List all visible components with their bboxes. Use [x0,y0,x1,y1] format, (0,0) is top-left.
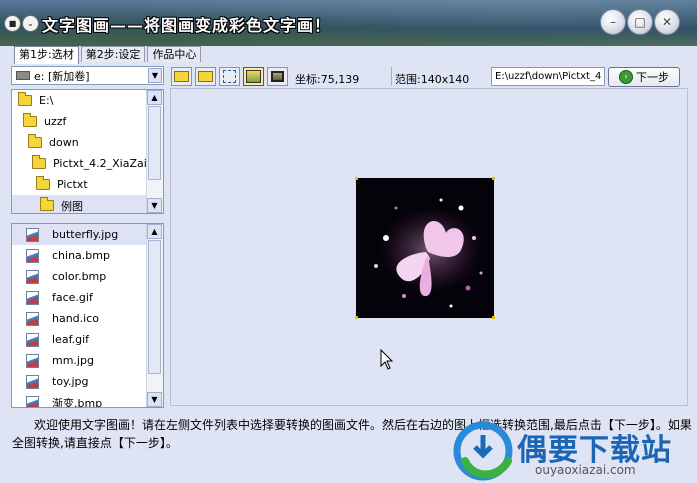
open-folder-icon [36,176,50,190]
minimize-button[interactable]: – [600,9,626,35]
drive-label: e: [新加卷] [34,69,90,83]
preview-image[interactable] [356,178,494,318]
drive-select[interactable]: e: [新加卷] ▼ [11,66,164,85]
file-label: china.bmp [52,249,110,262]
folder-item[interactable]: Pictxt [36,174,88,195]
arrow-right-icon: › [619,70,633,84]
tab-gallery[interactable]: 作品中心 [147,46,202,62]
image-file-icon [26,248,39,263]
image-file-icon [26,395,39,407]
file-label: mm.jpg [52,354,94,367]
view-picture-button[interactable] [243,67,264,86]
mouse-pointer-icon [380,349,394,370]
selection-handle[interactable] [492,316,495,319]
maximize-button[interactable]: □ [627,9,653,35]
tab-step2-settings[interactable]: 第2步:设定 [80,46,146,62]
file-label: butterfly.jpg [52,228,119,241]
window-title: 文字图画——将图画变成彩色文字画！ [42,16,332,35]
coordinate-readout: 坐标:75,139 [295,73,360,86]
file-item[interactable]: face.gif [12,287,93,308]
open-folder-icon [32,155,46,169]
open-folder-icon [174,71,189,82]
folder-tree: E:\ uzzf down Pictxt_4.2_XiaZaiBa Pictxt… [11,89,164,214]
file-item[interactable]: toy.jpg [12,371,89,392]
chevron-down-icon[interactable]: ▼ [148,68,162,83]
file-item-selected[interactable]: butterfly.jpg [12,224,148,245]
file-label: color.bmp [52,270,107,283]
image-file-icon [26,227,39,242]
next-step-button[interactable]: › 下一步 [608,67,680,87]
folder-label: Pictxt_4.2_XiaZaiBa [53,157,162,170]
open-folder-icon [40,197,54,211]
toolbar-divider [391,67,392,86]
file-item[interactable]: hand.ico [12,308,99,329]
folder-label: Pictxt [57,178,88,191]
step-tabs: 第1步:选材 第2步:设定 作品中心 [14,46,203,64]
picture-frame-icon [271,71,284,82]
open-folder-icon [23,113,37,127]
close-button[interactable]: ✕ [654,9,680,35]
folder-scrollbar[interactable]: ▲ ▼ [146,90,163,213]
fit-view-button[interactable] [219,67,240,86]
file-browser-panel: e: [新加卷] ▼ E:\ uzzf down Pictxt_4.2_XiaZ… [11,63,167,408]
selection-handle[interactable] [355,177,358,180]
file-label: face.gif [52,291,93,304]
folder-up-icon [198,71,213,82]
system-menu-icon[interactable]: ■ [4,15,21,32]
tab-step1-select[interactable]: 第1步:选材 [14,46,79,64]
file-item[interactable]: china.bmp [12,245,110,266]
folder-item[interactable]: down [28,132,79,153]
file-label: hand.ico [52,312,99,325]
selection-handle[interactable] [492,177,495,180]
image-file-icon [26,374,39,389]
folder-label: uzzf [44,115,67,128]
file-item[interactable]: 渐变.bmp [12,392,103,408]
folder-item[interactable]: E:\ [18,90,53,111]
watermark: 偶要下载站 ouyaoxiazai.com [453,419,697,483]
scroll-down-icon[interactable]: ▼ [147,392,162,407]
image-file-icon [26,332,39,347]
fit-view-icon [223,70,236,83]
range-readout: 范围:140x140 [395,73,470,86]
scroll-down-icon[interactable]: ▼ [147,198,162,213]
download-logo-icon [453,421,513,481]
picture-frame-button[interactable] [267,67,288,86]
open-folder-icon [18,92,32,106]
folder-label: down [49,136,79,149]
folder-item[interactable]: Pictxt_4.2_XiaZaiBa [32,153,161,174]
file-item[interactable]: leaf.gif [12,329,89,350]
open-folder-icon [28,134,42,148]
image-file-icon [26,269,39,284]
scroll-thumb[interactable] [148,106,161,180]
scroll-thumb[interactable] [148,240,161,374]
open-folder-button[interactable] [171,67,192,86]
file-label: leaf.gif [52,333,90,346]
file-label: 渐变.bmp [52,396,103,408]
folder-label: 例图 [61,199,83,213]
file-list: butterfly.jpg china.bmp color.bmp face.g… [11,223,164,408]
picture-icon [246,70,261,83]
folder-item[interactable]: uzzf [23,111,66,132]
folder-label: E:\ [39,94,54,107]
image-file-icon [26,290,39,305]
file-label: toy.jpg [52,375,89,388]
file-item[interactable]: color.bmp [12,266,106,287]
file-scrollbar[interactable]: ▲ ▼ [146,224,163,407]
scroll-up-icon[interactable]: ▲ [147,224,162,239]
image-file-icon [26,353,39,368]
drive-icon [16,71,30,80]
folder-up-button[interactable] [195,67,216,86]
next-step-label: 下一步 [636,71,669,84]
selection-handle[interactable] [355,316,358,319]
scroll-up-icon[interactable]: ▲ [147,90,162,105]
folder-item-selected[interactable]: 例图 [12,195,148,213]
file-item[interactable]: mm.jpg [12,350,94,371]
rollup-icon[interactable]: ⌄ [22,15,39,32]
watermark-url: ouyaoxiazai.com [535,463,636,477]
image-file-icon [26,311,39,326]
path-field[interactable]: E:\uzzf\down\Pictxt_4 [491,67,605,86]
